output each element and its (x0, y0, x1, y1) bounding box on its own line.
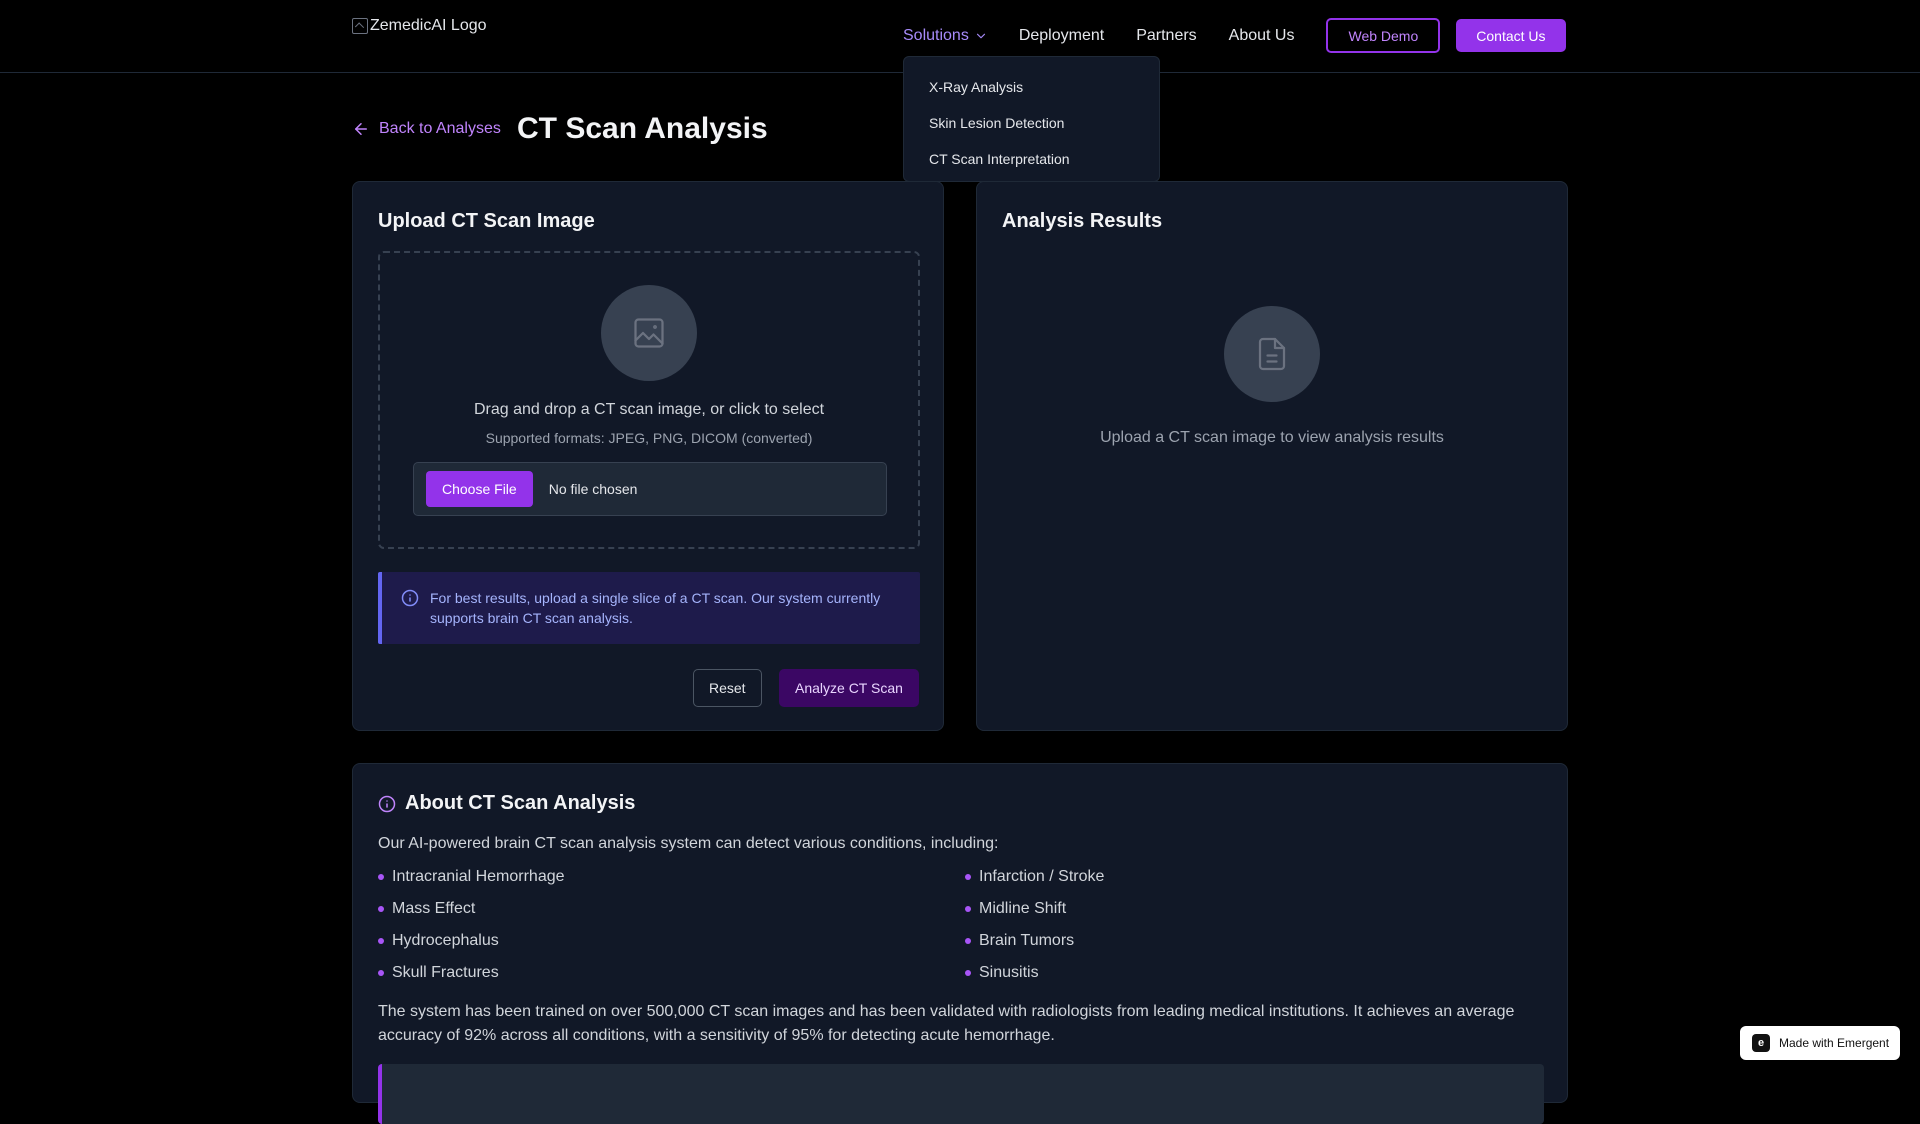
nav-solutions[interactable]: Solutions (903, 18, 988, 53)
back-label: Back to Analyses (379, 120, 501, 137)
results-card: Analysis Results Upload a CT scan image … (976, 181, 1568, 731)
about-title-text: About CT Scan Analysis (405, 792, 636, 814)
list-item: Sinusitis (965, 963, 1544, 982)
list-item: Brain Tumors (965, 931, 1544, 950)
contact-us-button[interactable]: Contact Us (1456, 19, 1566, 52)
image-icon (634, 318, 664, 348)
info-icon (401, 589, 419, 607)
file-text-icon (1258, 337, 1286, 371)
about-callout (378, 1064, 1544, 1124)
condition-label: Mass Effect (392, 899, 476, 917)
page-title: CT Scan Analysis (517, 112, 768, 145)
file-input[interactable]: Choose File No file chosen (413, 462, 887, 516)
condition-label: Midline Shift (979, 899, 1067, 917)
list-item: Skull Fractures (378, 963, 965, 982)
info-icon (378, 795, 396, 812)
results-card-title: Analysis Results (1002, 210, 1163, 232)
dropdown-item-ct-scan[interactable]: CT Scan Interpretation (904, 141, 1159, 177)
about-intro: Our AI-powered brain CT scan analysis sy… (378, 835, 999, 852)
nav-about-us[interactable]: About Us (1229, 18, 1295, 53)
logo[interactable]: ZemedicAI Logo (352, 17, 487, 35)
supported-formats: Supported formats: JPEG, PNG, DICOM (con… (485, 430, 813, 446)
conditions-list: Intracranial Hemorrhage Infarction / Str… (378, 867, 1544, 982)
bullet-dot (378, 905, 384, 912)
upload-info-notice: For best results, upload a single slice … (378, 572, 920, 644)
analyze-ct-scan-button[interactable]: Analyze CT Scan (779, 669, 919, 707)
info-text: For best results, upload a single slice … (430, 590, 881, 626)
nav-partners[interactable]: Partners (1136, 18, 1196, 53)
arrow-left-icon (355, 123, 367, 135)
back-to-analyses-link[interactable]: Back to Analyses (352, 120, 501, 138)
document-placeholder-circle (1224, 306, 1320, 402)
dropdown-item-skin-lesion[interactable]: Skin Lesion Detection (904, 105, 1159, 141)
about-card: About CT Scan Analysis Our AI-powered br… (352, 763, 1568, 1124)
main-nav: Solutions Deployment Partners About Us W… (903, 18, 1566, 53)
condition-label: Brain Tumors (979, 931, 1075, 949)
bullet-dot (378, 873, 384, 880)
logo-alt-text: ZemedicAI Logo (370, 17, 487, 34)
list-item: Midline Shift (965, 899, 1544, 918)
bullet-dot (378, 937, 384, 944)
list-item: Hydrocephalus (378, 931, 965, 950)
image-placeholder-circle (601, 285, 697, 381)
list-item: Intracranial Hemorrhage (378, 867, 965, 886)
results-empty-message: Upload a CT scan image to view analysis … (1100, 429, 1444, 446)
list-item: Infarction / Stroke (965, 867, 1544, 886)
upload-card: Upload CT Scan Image Drag and drop a CT … (352, 181, 944, 731)
broken-image-icon (352, 18, 368, 34)
dropzone-instructions: Drag and drop a CT scan image, or click … (473, 401, 825, 418)
web-demo-button[interactable]: Web Demo (1326, 18, 1441, 53)
condition-label: Intracranial Hemorrhage (392, 867, 565, 885)
upload-card-title: Upload CT Scan Image (378, 210, 595, 232)
list-item: Mass Effect (378, 899, 965, 918)
upload-dropzone[interactable]: Drag and drop a CT scan image, or click … (378, 251, 920, 549)
bullet-dot (965, 969, 971, 976)
made-with-badge[interactable]: e Made with Emergent (1740, 1026, 1900, 1060)
made-with-text: Made with Emergent (1779, 1036, 1890, 1050)
reset-button[interactable]: Reset (693, 669, 762, 707)
emergent-logo-icon: e (1752, 1034, 1770, 1052)
about-body: The system has been trained on over 500,… (378, 1003, 1515, 1044)
choose-file-button[interactable]: Choose File (426, 471, 533, 507)
solutions-dropdown-menu: X-Ray Analysis Skin Lesion Detection CT … (903, 56, 1160, 182)
condition-label: Infarction / Stroke (979, 867, 1105, 885)
nav-deployment[interactable]: Deployment (1019, 18, 1104, 53)
bullet-dot (378, 969, 384, 976)
condition-label: Hydrocephalus (392, 931, 499, 949)
condition-label: Sinusitis (979, 963, 1039, 981)
nav-solutions-label: Solutions (903, 26, 969, 44)
dropdown-item-xray[interactable]: X-Ray Analysis (904, 69, 1159, 105)
file-status: No file chosen (548, 481, 638, 497)
bullet-dot (965, 905, 971, 912)
bullet-dot (965, 873, 971, 880)
about-title: About CT Scan Analysis (378, 792, 635, 815)
condition-label: Skull Fractures (392, 963, 499, 981)
bullet-dot (965, 937, 971, 944)
chevron-down-icon (976, 33, 985, 38)
